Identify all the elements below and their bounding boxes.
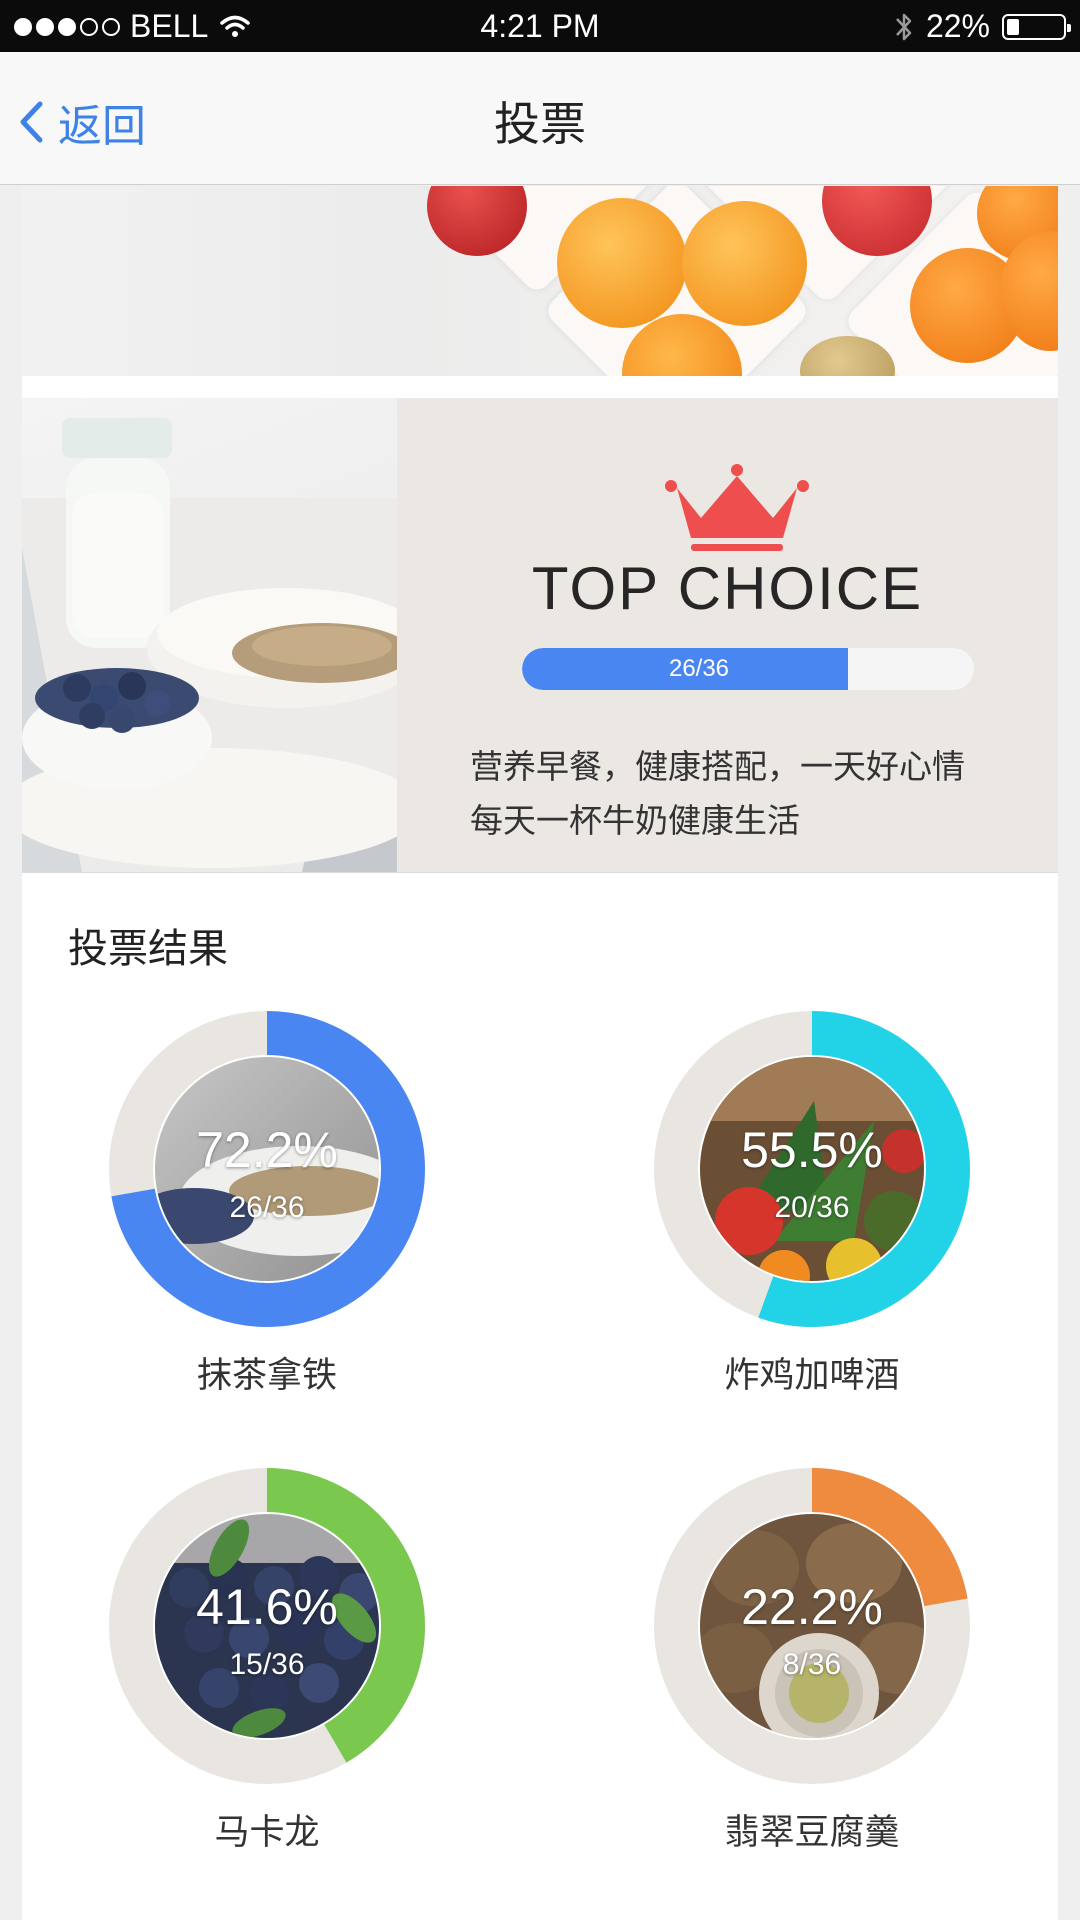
- description-line-2: 每天一杯牛奶健康生活: [470, 801, 800, 840]
- poll-percent: 55.5%: [741, 1122, 883, 1178]
- battery-icon: [1002, 13, 1071, 40]
- poll-count: 26/36: [229, 1191, 305, 1224]
- poll-count: 20/36: [774, 1191, 850, 1224]
- top-choice-card[interactable]: TOP CHOICE 26/36 营养早餐，健康搭配，一天好心情 每天一杯牛奶健…: [22, 398, 1058, 873]
- description-line-1: 营养早餐，健康搭配，一天好心情: [470, 747, 965, 786]
- poll-option-name: 翡翠豆腐羹: [724, 1813, 900, 1853]
- poll-donut: 22.2% 8/36: [654, 1468, 970, 1784]
- breakfast-photo: [22, 398, 397, 872]
- poll-donut: 41.6% 15/36: [109, 1468, 425, 1784]
- results-title: 投票结果: [68, 926, 228, 972]
- page-title: 投票: [494, 97, 586, 151]
- navigation-bar: 返回 投票: [0, 52, 1080, 185]
- content-area[interactable]: TOP CHOICE 26/36 营养早餐，健康搭配，一天好心情 每天一杯牛奶健…: [22, 186, 1058, 1920]
- battery-fill: [1007, 18, 1019, 35]
- poll-option-name: 马卡龙: [214, 1813, 320, 1853]
- bluetooth-icon: [896, 13, 912, 40]
- poll-percent: 22.2%: [741, 1579, 883, 1635]
- poll-result-item[interactable]: 72.2% 26/36 抹茶拿铁: [57, 1011, 477, 1398]
- poll-option-name: 抹茶拿铁: [196, 1356, 337, 1396]
- progress-text: 26/36: [668, 655, 730, 682]
- poll-percent: 41.6%: [196, 1579, 338, 1635]
- poll-result-item[interactable]: 41.6% 15/36 马卡龙: [57, 1468, 477, 1855]
- status-bar: BELL 4:21 PM 22%: [0, 0, 1080, 52]
- poll-result-item[interactable]: 55.5% 20/36 炸鸡加啤酒: [602, 1011, 1022, 1398]
- poll-donut: 55.5% 20/36: [654, 1011, 970, 1327]
- fruit-banner-image: [22, 186, 1058, 376]
- poll-percent: 72.2%: [196, 1122, 338, 1178]
- poll-count: 8/36: [782, 1648, 842, 1681]
- crown-icon: [665, 464, 809, 551]
- top-choice-description: 营养早餐，健康搭配，一天好心情 每天一杯牛奶健康生活: [470, 740, 1030, 848]
- poll-count: 15/36: [229, 1648, 305, 1681]
- battery-cap: [1067, 23, 1071, 32]
- battery-percent: 22%: [925, 8, 990, 44]
- poll-option-name: 炸鸡加啤酒: [724, 1356, 900, 1396]
- poll-result-item[interactable]: 22.2% 8/36 翡翠豆腐羹: [602, 1468, 1022, 1855]
- poll-donut: 72.2% 26/36: [109, 1011, 425, 1327]
- top-choice-heading: TOP CHOICE: [531, 555, 924, 622]
- top-choice-progress-bar: 26/36: [522, 648, 974, 690]
